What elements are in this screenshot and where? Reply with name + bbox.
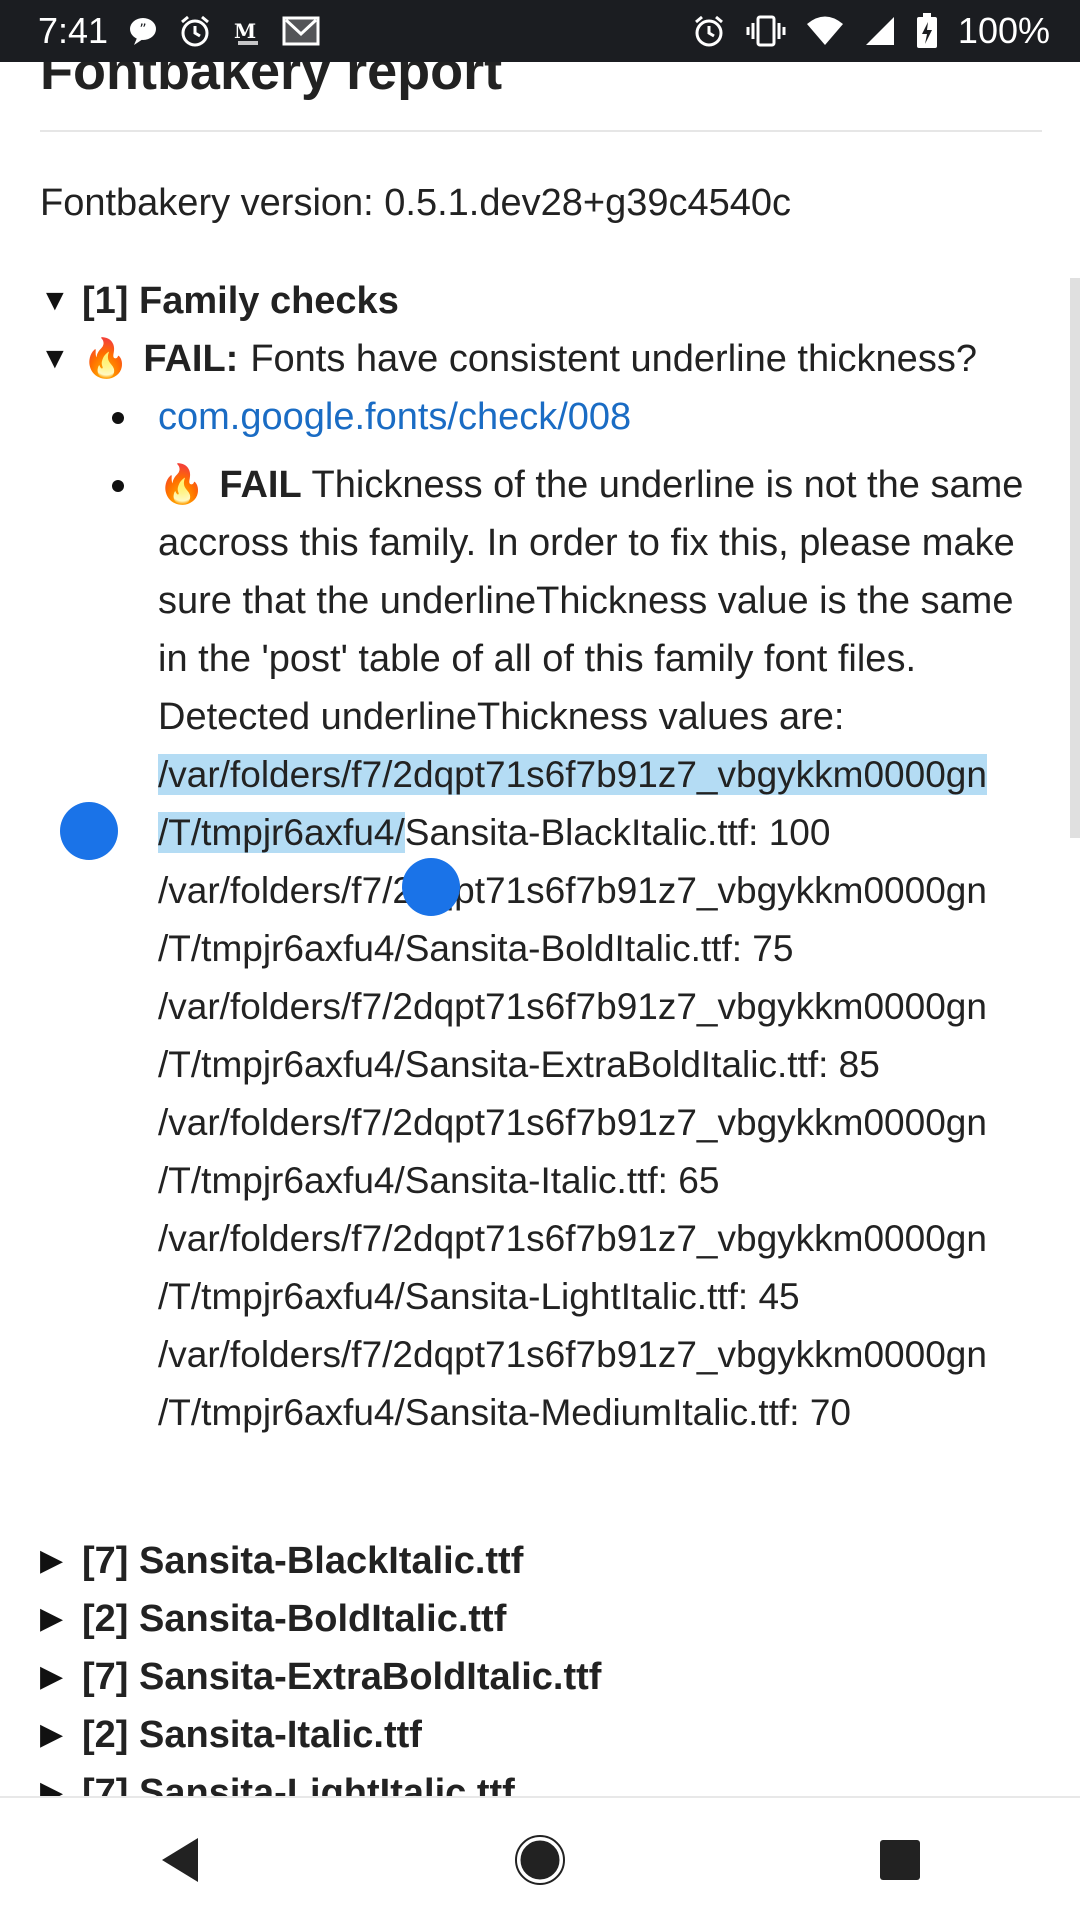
path-value-line: /T/tmpjr6axfu4/Sansita-ExtraBoldItalic.t…: [158, 1044, 880, 1085]
path-value-line: /T/tmpjr6axfu4/Sansita-LightItalic.ttf: …: [158, 1276, 800, 1317]
collapsed-triangle-icon: ▶: [40, 1544, 64, 1577]
battery-icon: [916, 13, 938, 49]
check-toggle[interactable]: ▼ 🔥 FAIL: Fonts have consistent underlin…: [40, 330, 1040, 388]
font-section-toggle[interactable]: ▶ [7] Sansita-LightItalic.ttf: [40, 1764, 601, 1796]
path-value-line: /T/tmpjr6axfu4/Sansita-MediumItalic.ttf:…: [158, 1392, 851, 1433]
expanded-triangle-icon: ▼: [40, 342, 70, 375]
check-status: FAIL:: [143, 338, 239, 380]
selected-text: /T/tmpjr6axfu4/: [158, 812, 405, 853]
check-message-block: 🔥 FAIL Thickness of the underline is not …: [158, 456, 1040, 1442]
font-section-label: [2] Sansita-Italic.ttf: [82, 1714, 422, 1756]
expanded-triangle-icon: ▼: [40, 284, 70, 317]
path-prefix-line: /var/folders/f7/2dqpt71s6f7b91z7_vbgykkm…: [158, 986, 987, 1027]
path-value-line: /T/tmpjr6axfu4/Sansita-BoldItalic.ttf: 7…: [158, 928, 794, 969]
path-prefix-line: /var/folders/f7/2dqpt71s6f7b91z7_vbgykkm…: [158, 870, 987, 911]
navigation-bar: [0, 1796, 1080, 1922]
check-link[interactable]: com.google.fonts/check/008: [158, 388, 631, 446]
scrollbar[interactable]: [1070, 278, 1080, 838]
path-value-line: /T/tmpjr6axfu4/Sansita-Italic.ttf: 65: [158, 1160, 720, 1201]
collapsed-triangle-icon: ▶: [40, 1602, 64, 1635]
family-checks-label: [1] Family checks: [82, 280, 399, 322]
path-value-line: /T/tmpjr6axfu4/Sansita-BlackItalic.ttf: …: [158, 812, 831, 853]
email-icon: [282, 16, 320, 46]
report-content[interactable]: Fontbakery report Fontbakery version: 0.…: [0, 62, 1080, 1796]
check-details: com.google.fonts/check/008 🔥 FAIL Thickne…: [112, 388, 1040, 1442]
svg-text:M: M: [234, 19, 256, 43]
collapsed-triangle-icon: ▶: [40, 1718, 64, 1751]
recents-icon: [880, 1840, 920, 1880]
family-checks-toggle[interactable]: ▼ [1] Family checks: [40, 272, 1040, 330]
font-section-toggle[interactable]: ▶ [7] Sansita-BlackItalic.ttf: [40, 1532, 601, 1590]
alarm-icon: [692, 14, 726, 48]
path-prefix-line: /var/folders/f7/2dqpt71s6f7b91z7_vbgykkm…: [158, 1218, 987, 1259]
underline-values: /var/folders/f7/2dqpt71s6f7b91z7_vbgykkm…: [158, 746, 1040, 1442]
chat-bubble-icon: ”: [128, 16, 158, 46]
font-section-label: [7] Sansita-LightItalic.ttf: [82, 1772, 515, 1796]
font-sections-list: ▶ [7] Sansita-BlackItalic.ttf ▶ [2] Sansita…: [40, 1532, 601, 1796]
list-item: 🔥 FAIL Thickness of the underline is not …: [112, 456, 1040, 1442]
fire-icon: 🔥: [82, 338, 130, 380]
recents-button[interactable]: [840, 1820, 960, 1900]
list-item: com.google.fonts/check/008: [112, 388, 1040, 446]
title-divider: [40, 130, 1042, 132]
selection-start-handle[interactable]: [60, 802, 118, 860]
font-section-label: [7] Sansita-ExtraBoldItalic.ttf: [82, 1656, 602, 1698]
path-prefix-line: /var/folders/f7/2dqpt71s6f7b91z7_vbgykkm…: [158, 1102, 987, 1143]
alarm-icon: [178, 14, 212, 48]
collapsed-triangle-icon: ▶: [40, 1660, 64, 1693]
version-text: Fontbakery version: 0.5.1.dev28+g39c4540…: [40, 182, 792, 224]
signal-icon: [864, 15, 896, 47]
font-section-toggle[interactable]: ▶ [2] Sansita-BoldItalic.ttf: [40, 1590, 601, 1648]
clock-time: 7:41: [38, 10, 109, 51]
result-status: FAIL: [219, 464, 302, 506]
home-button[interactable]: [480, 1820, 600, 1900]
font-section-label: [7] Sansita-BlackItalic.ttf: [82, 1540, 524, 1582]
vibrate-icon: [746, 14, 786, 48]
path-prefix-line: /var/folders/f7/2dqpt71s6f7b91z7_vbgykkm…: [158, 746, 1040, 804]
battery-percent: 100%: [957, 10, 1050, 51]
font-section-toggle[interactable]: ▶ [7] Sansita-ExtraBoldItalic.ttf: [40, 1648, 601, 1706]
wifi-icon: [806, 15, 844, 47]
font-section-label: [2] Sansita-BoldItalic.ttf: [82, 1598, 507, 1640]
font-section-toggle[interactable]: ▶ [2] Sansita-Italic.ttf: [40, 1706, 601, 1764]
home-icon: [515, 1835, 565, 1885]
selected-text: /var/folders/f7/2dqpt71s6f7b91z7_vbgykkm…: [158, 754, 987, 795]
selection-end-handle[interactable]: [402, 858, 460, 916]
fire-icon: 🔥: [158, 464, 206, 506]
bullet: [112, 456, 158, 1442]
back-button[interactable]: [120, 1820, 240, 1900]
bullet: [112, 388, 158, 446]
path-prefix-line: /var/folders/f7/2dqpt71s6f7b91z7_vbgykkm…: [158, 1334, 987, 1375]
page-title: Fontbakery report: [40, 62, 503, 101]
check-message: 🔥 FAIL Thickness of the underline is not …: [158, 456, 1040, 746]
collapsed-triangle-icon: ▶: [40, 1776, 64, 1796]
gmail-icon: M: [232, 16, 262, 46]
back-icon: [162, 1838, 198, 1882]
svg-text:”: ”: [139, 22, 146, 38]
check-title: Fonts have consistent underline thicknes…: [250, 338, 977, 380]
family-checks-tree: ▼ [1] Family checks ▼ 🔥 FAIL: Fonts have…: [40, 272, 1040, 1442]
status-bar: 7:41 ” M 100%: [0, 0, 1080, 62]
